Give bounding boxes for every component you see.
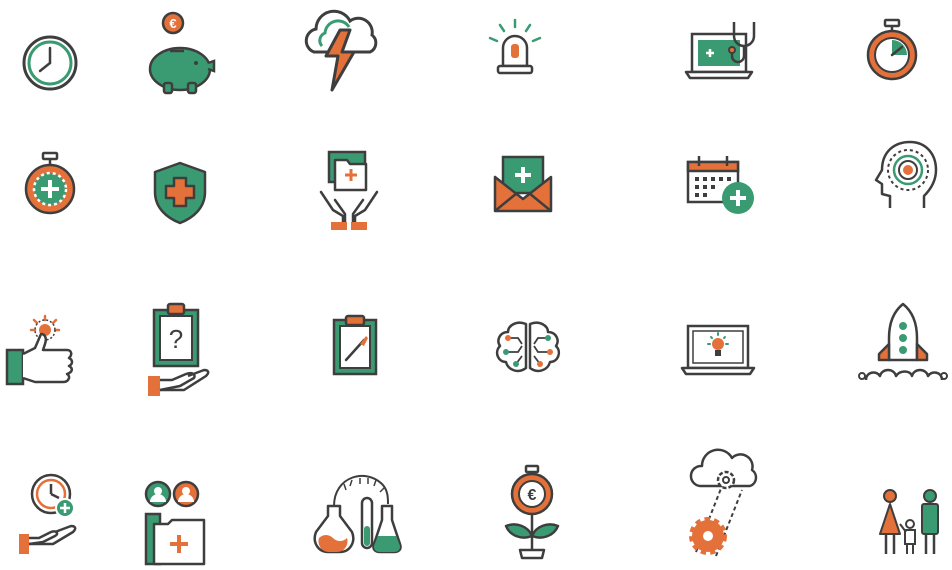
rocket-launch-icon — [858, 300, 948, 390]
laptop-stethoscope-icon — [684, 18, 764, 84]
medical-envelope-icon — [491, 151, 555, 215]
thumbs-up-icon — [5, 314, 81, 388]
medical-shield-icon — [150, 160, 210, 226]
storm-cloud-icon — [300, 2, 380, 94]
clock-hand-icon — [15, 470, 85, 558]
coin-symbol: € — [169, 16, 176, 31]
flower-coin-symbol: € — [528, 487, 537, 504]
calendar-add-icon — [686, 152, 758, 218]
head-target-icon — [872, 140, 938, 212]
question-symbol: ? — [169, 324, 183, 354]
hands-medical-folder-icon — [315, 150, 383, 234]
money-flower-icon: € — [500, 464, 566, 560]
stopwatch-icon — [864, 18, 920, 82]
brain-network-icon — [495, 318, 561, 382]
clipboard-question-hand-icon: ? — [144, 300, 212, 400]
medical-stopwatch-icon — [22, 151, 78, 217]
alarm-light-icon — [484, 18, 546, 78]
family-icon — [872, 488, 948, 558]
cloud-gears-icon — [686, 448, 764, 564]
clock-icon — [20, 33, 80, 93]
team-folder-icon — [140, 478, 210, 570]
laptop-lightbulb-icon — [680, 322, 756, 380]
piggy-bank-euro-icon: € — [142, 7, 217, 95]
clipboard-scalpel-icon — [332, 314, 378, 376]
lab-flasks-icon — [313, 466, 402, 558]
